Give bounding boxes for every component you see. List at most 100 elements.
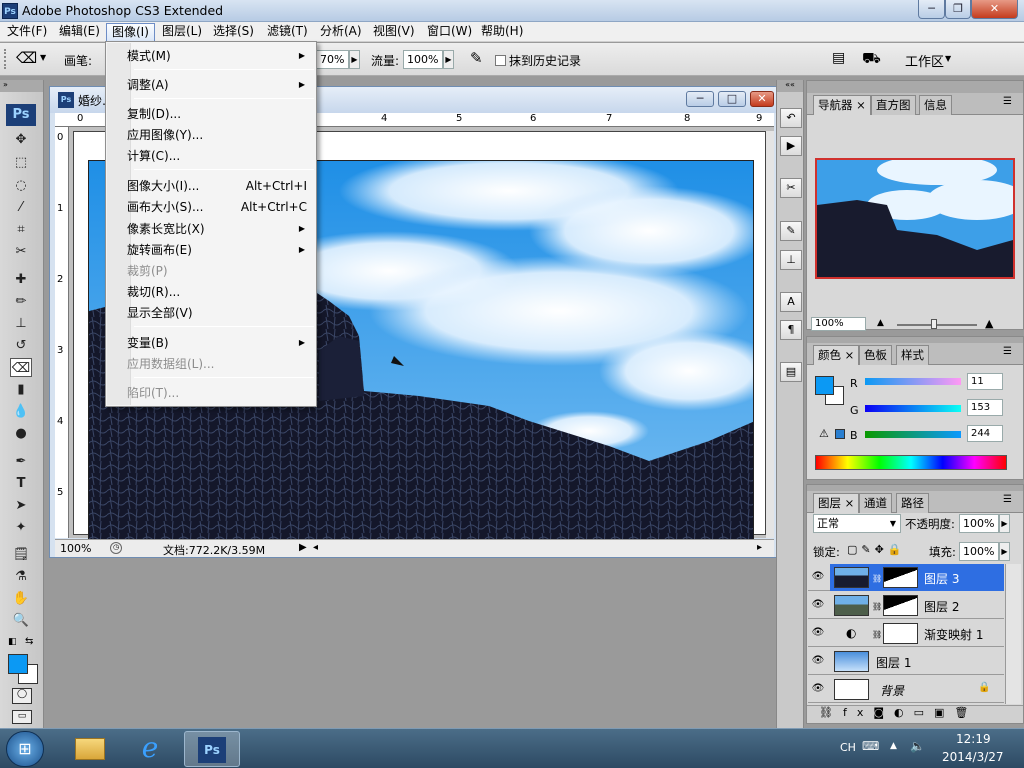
- menu-item-pixel-aspect-ratio[interactable]: 像素长宽比(X) ▶: [127, 219, 315, 239]
- palette-well-icon[interactable]: ▤: [832, 50, 845, 66]
- navigator-zoom-slider[interactable]: [897, 324, 977, 326]
- navigator-zoom-field[interactable]: 100%: [811, 317, 866, 331]
- close-button[interactable]: ✕: [971, 0, 1018, 19]
- b-slider[interactable]: [865, 431, 961, 438]
- explorer-taskbar-icon[interactable]: [62, 731, 118, 767]
- g-value-field[interactable]: 153: [967, 399, 1003, 416]
- panel-menu-icon[interactable]: ☰: [1003, 96, 1012, 107]
- menu-analysis[interactable]: 分析(A): [315, 22, 367, 42]
- layer-row[interactable]: 👁 背景 🔒: [808, 676, 1004, 703]
- screen-mode-icon[interactable]: ▭: [12, 710, 32, 724]
- menu-filter[interactable]: 滤镜(T): [262, 22, 313, 42]
- scroll-right-icon[interactable]: ▸: [757, 542, 762, 553]
- menu-select[interactable]: 选择(S): [208, 22, 259, 42]
- path-selection-tool-icon[interactable]: ➤: [10, 496, 32, 515]
- menu-item-duplicate[interactable]: 复制(D)...: [127, 104, 315, 124]
- tab-paths[interactable]: 路径: [896, 493, 929, 513]
- menu-item-adjustments[interactable]: 调整(A) ▶: [127, 75, 315, 95]
- flow-field[interactable]: 100%: [403, 50, 443, 69]
- lock-icons[interactable]: ▢✎✥🔒: [847, 543, 906, 556]
- healing-brush-tool-icon[interactable]: ✚: [10, 270, 32, 289]
- menu-item-image-size[interactable]: 图像大小(I)... Alt+Ctrl+I: [127, 176, 315, 196]
- ime-indicator[interactable]: CH: [840, 741, 856, 754]
- layer-row[interactable]: 👁 ⛓ 图层 2: [808, 592, 1004, 619]
- eraser-tool-icon[interactable]: ⌫: [16, 49, 37, 67]
- swap-colors-icon[interactable]: ⇆: [25, 636, 33, 647]
- panel-menu-icon[interactable]: ☰: [1003, 346, 1012, 357]
- menu-layer[interactable]: 图层(L): [157, 22, 207, 42]
- opacity-arrow-icon[interactable]: ▶: [349, 50, 360, 69]
- menu-item-calculations[interactable]: 计算(C)...: [127, 146, 315, 166]
- menu-item-rotate-canvas[interactable]: 旋转画布(E) ▶: [127, 240, 315, 260]
- eye-icon[interactable]: 👁: [811, 571, 825, 583]
- tab-channels[interactable]: 通道: [859, 493, 892, 513]
- doc-maximize-button[interactable]: □: [718, 91, 746, 107]
- tab-histogram[interactable]: 直方图: [871, 95, 916, 115]
- paragraph-panel-icon[interactable]: ¶: [780, 320, 802, 340]
- slice-tool-icon[interactable]: ✂: [10, 242, 32, 261]
- menu-help[interactable]: 帮助(H): [476, 22, 528, 42]
- status-menu-arrow-icon[interactable]: ▶: [299, 542, 307, 553]
- menu-edit[interactable]: 编辑(E): [54, 22, 105, 42]
- zoom-slider-handle[interactable]: [931, 319, 937, 329]
- pen-tool-icon[interactable]: ✒: [10, 452, 32, 471]
- bridge-icon[interactable]: ⛟: [862, 49, 881, 69]
- brush-tool-icon[interactable]: ✏: [10, 292, 32, 311]
- eye-icon[interactable]: 👁: [811, 599, 825, 611]
- history-panel-icon[interactable]: ↶: [780, 108, 802, 128]
- tool-preset-dropdown-icon[interactable]: ▼: [40, 53, 46, 62]
- menu-item-canvas-size[interactable]: 画布大小(S)... Alt+Ctrl+C: [127, 197, 315, 217]
- tab-styles[interactable]: 样式: [896, 345, 929, 365]
- hand-tool-icon[interactable]: ✋: [10, 589, 32, 608]
- zoom-level[interactable]: 100%: [60, 542, 91, 555]
- character-panel-icon[interactable]: A: [780, 292, 802, 312]
- navigator-thumbnail[interactable]: [815, 158, 1015, 279]
- layer-row[interactable]: 👁 ⛓ 图层 3: [808, 564, 1004, 591]
- dock-collapse-icon[interactable]: ««: [777, 80, 803, 92]
- toolbox-collapse-icon[interactable]: »: [0, 80, 43, 92]
- brushes-panel-icon[interactable]: ✎: [780, 221, 802, 241]
- blur-tool-icon[interactable]: 💧: [10, 402, 32, 421]
- opacity-field[interactable]: 70%: [316, 50, 349, 69]
- tab-swatches[interactable]: 色板: [859, 345, 892, 365]
- airbrush-icon[interactable]: ✎: [470, 49, 483, 67]
- menu-item-mode[interactable]: 模式(M) ▶: [127, 46, 315, 66]
- maximize-button[interactable]: ❐: [945, 0, 971, 19]
- doc-minimize-button[interactable]: ─: [686, 91, 714, 107]
- keyboard-icon[interactable]: ⌨: [862, 739, 879, 753]
- magic-wand-tool-icon[interactable]: ⁄: [10, 198, 32, 217]
- minimize-button[interactable]: ─: [918, 0, 945, 19]
- clone-stamp-tool-icon[interactable]: ⊥: [10, 314, 32, 333]
- zoom-out-icon[interactable]: ▲: [877, 318, 884, 328]
- workspace-button[interactable]: 工作区: [905, 51, 944, 70]
- layers-footer-icons[interactable]: ⛓fx◙◐▭▣🗑: [807, 705, 1023, 723]
- g-slider[interactable]: [865, 405, 961, 412]
- menu-file[interactable]: 文件(F): [2, 22, 52, 42]
- r-value-field[interactable]: 11: [967, 373, 1003, 390]
- vertical-scrollbar[interactable]: [766, 131, 774, 538]
- zoom-tool-icon[interactable]: 🔍: [10, 611, 32, 630]
- eraser-tool-icon-selected[interactable]: ⌫: [10, 358, 32, 377]
- blend-mode-select[interactable]: 正常 ▼: [813, 514, 901, 533]
- b-value-field[interactable]: 244: [967, 425, 1003, 442]
- scroll-left-icon[interactable]: ◂: [313, 542, 318, 553]
- clock-time[interactable]: 12:19: [956, 732, 991, 746]
- notes-tool-icon[interactable]: 🗒: [10, 545, 32, 564]
- eye-icon[interactable]: 👁: [811, 655, 825, 667]
- eye-icon[interactable]: 👁: [811, 683, 825, 695]
- color-fg-swatch[interactable]: [815, 376, 834, 395]
- r-slider[interactable]: [865, 378, 961, 385]
- menu-view[interactable]: 视图(V): [368, 22, 420, 42]
- photoshop-taskbar-icon[interactable]: Ps: [184, 731, 240, 767]
- doc-close-button[interactable]: ✕: [750, 91, 774, 107]
- dodge-tool-icon[interactable]: ●: [10, 424, 32, 443]
- erase-history-checkbox[interactable]: [495, 55, 506, 66]
- actions-panel-icon[interactable]: ▶: [780, 136, 802, 156]
- options-grip[interactable]: [4, 49, 8, 69]
- layer-opacity-arrow-icon[interactable]: ▶: [999, 514, 1010, 533]
- menu-window[interactable]: 窗口(W): [422, 22, 477, 42]
- eye-icon[interactable]: 👁: [811, 627, 825, 639]
- default-colors-icon[interactable]: ◧: [8, 637, 17, 647]
- eyedropper-tool-icon[interactable]: ⚗: [10, 567, 32, 586]
- shape-tool-icon[interactable]: ✦: [10, 518, 32, 537]
